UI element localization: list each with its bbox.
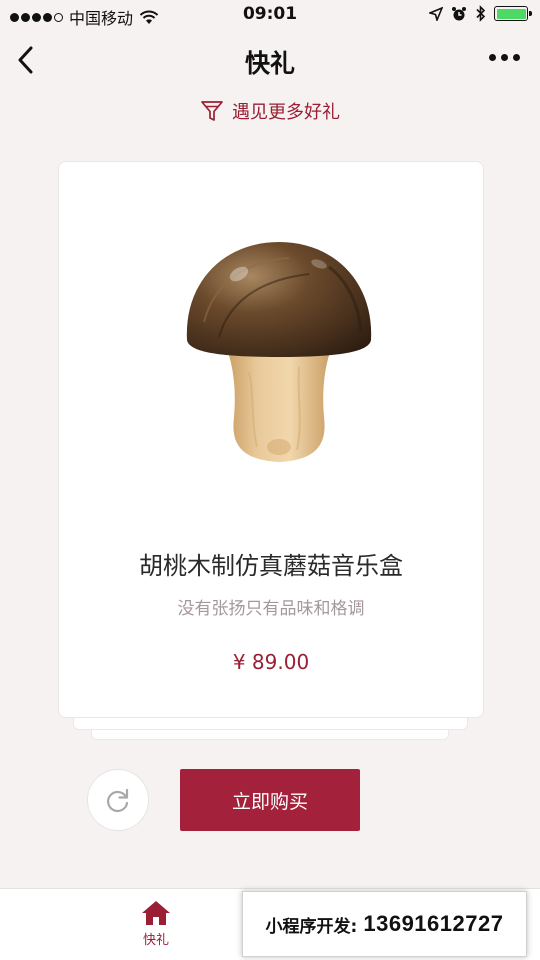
discover-more-gifts-label: 遇见更多好礼: [232, 102, 340, 123]
tab-home[interactable]: 快礼: [126, 899, 186, 948]
back-button[interactable]: [10, 42, 40, 78]
product-price: ¥ 89.00: [232, 650, 310, 674]
buy-now-button[interactable]: 立即购买: [180, 769, 360, 831]
bluetooth-icon: [476, 5, 486, 22]
funnel-icon: [201, 101, 223, 121]
home-icon: [142, 901, 170, 925]
status-right: [429, 5, 532, 22]
page-title: 快礼: [244, 49, 295, 78]
promo-phone: 13691612727: [363, 911, 504, 936]
product-description: 没有张扬只有品味和格调: [177, 599, 365, 619]
battery-icon: [494, 6, 532, 21]
mushroom-music-box-image: [186, 242, 372, 462]
status-bar: 中国移动 09:01: [0, 0, 540, 30]
promo-banner: 小程序开发: 13691612727: [242, 891, 527, 957]
chevron-left-icon: [18, 46, 33, 74]
location-arrow-icon: [429, 6, 443, 21]
more-options-button[interactable]: [485, 50, 524, 65]
refresh-icon: [107, 788, 129, 813]
tab-home-label: 快礼: [142, 933, 169, 948]
product-card[interactable]: 胡桃木制仿真蘑菇音乐盒 没有张扬只有品味和格调 ¥ 89.00: [58, 161, 484, 718]
navigation-bar: 快礼: [0, 30, 540, 90]
product-name: 胡桃木制仿真蘑菇音乐盒: [139, 552, 403, 580]
refresh-button[interactable]: [87, 769, 149, 831]
promo-label: 小程序开发:: [265, 916, 358, 937]
discover-more-gifts-link[interactable]: 遇见更多好礼: [0, 98, 540, 124]
alarm-clock-icon: [452, 6, 466, 20]
more-dots-icon: [489, 54, 496, 61]
